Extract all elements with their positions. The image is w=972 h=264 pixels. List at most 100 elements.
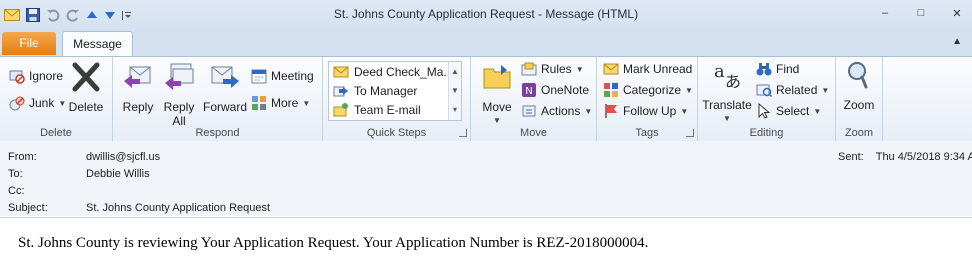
more-button[interactable]: More ▼ bbox=[251, 95, 310, 111]
more-icon bbox=[252, 96, 266, 110]
related-icon bbox=[756, 84, 772, 98]
forward-icon bbox=[211, 66, 239, 88]
categorize-icon bbox=[604, 83, 618, 97]
meeting-button[interactable]: Meeting bbox=[251, 68, 314, 84]
junk-icon bbox=[9, 96, 25, 111]
select-button[interactable]: Select ▼ bbox=[756, 103, 821, 119]
categorize-button[interactable]: Categorize ▼ bbox=[603, 82, 693, 98]
envelope-icon bbox=[333, 66, 349, 78]
sent-label: Sent: bbox=[838, 151, 864, 163]
chevron-down-icon: ▼ bbox=[685, 85, 693, 95]
forward-button[interactable]: Forward bbox=[201, 61, 249, 114]
group-label-editing: Editing bbox=[749, 127, 784, 139]
chevron-down-icon: ▼ bbox=[302, 98, 311, 108]
related-button[interactable]: Related ▼ bbox=[756, 82, 829, 98]
chevron-down-icon: ▼ bbox=[821, 85, 830, 95]
svg-text:N: N bbox=[525, 86, 532, 97]
expand-gallery-icon[interactable]: ▾ bbox=[449, 100, 461, 119]
onenote-icon: N bbox=[522, 83, 536, 97]
find-button[interactable]: Find bbox=[756, 61, 799, 77]
chevron-down-icon: ▼ bbox=[493, 116, 501, 125]
group-label-respond: Respond bbox=[195, 127, 240, 139]
chevron-down-icon: ▼ bbox=[584, 106, 593, 116]
magnifier-icon bbox=[848, 62, 868, 89]
rules-icon bbox=[521, 62, 537, 76]
chevron-down-icon: ▼ bbox=[723, 114, 731, 123]
group-zoom: Zoom Zoom bbox=[836, 57, 883, 141]
dialog-launcher-icon[interactable] bbox=[686, 129, 694, 137]
sent-value: Thu 4/5/2018 9:34 A bbox=[875, 151, 972, 163]
group-tags: Mark Unread Categorize ▼ Follow Up ▼ Tag… bbox=[597, 57, 698, 141]
mark-unread-icon bbox=[603, 63, 619, 75]
mark-unread-button[interactable]: Mark Unread bbox=[603, 61, 692, 77]
rules-button[interactable]: Rules ▼ bbox=[521, 61, 584, 77]
move-button[interactable]: Move ▼ bbox=[477, 61, 517, 128]
follow-up-button[interactable]: Follow Up ▼ bbox=[603, 103, 688, 119]
group-label-quick-steps: Quick Steps bbox=[366, 127, 427, 139]
chevron-down-icon[interactable]: ▼ bbox=[449, 81, 461, 100]
ignore-button[interactable]: Ignore bbox=[9, 68, 63, 84]
to-value[interactable]: Debbie Willis bbox=[86, 168, 150, 180]
quick-steps-scrollbar[interactable]: ▲ ▼ ▾ bbox=[448, 62, 461, 120]
group-label-zoom: Zoom bbox=[844, 127, 874, 139]
zoom-button[interactable]: Zoom bbox=[840, 59, 878, 112]
junk-button[interactable]: Junk ▼ bbox=[9, 95, 66, 111]
window-controls: – □ ✕ bbox=[878, 6, 964, 20]
chevron-up-icon[interactable]: ▲ bbox=[952, 36, 962, 47]
group-editing: aあ Translate ▼ Find Related ▼ Select ▼ E… bbox=[698, 57, 836, 141]
ignore-icon bbox=[9, 70, 25, 84]
window-title: St. Johns County Application Request - M… bbox=[333, 7, 639, 21]
svg-text:a: a bbox=[714, 61, 725, 82]
to-label: To: bbox=[8, 168, 23, 180]
delete-icon bbox=[72, 62, 100, 92]
actions-button[interactable]: Actions ▼ bbox=[521, 103, 592, 119]
quick-step-to-manager[interactable]: To Manager bbox=[333, 83, 417, 99]
group-quick-steps: Deed Check_Ma... To Manager Team E-mail … bbox=[323, 57, 471, 141]
folder-icon bbox=[483, 65, 511, 89]
actions-icon bbox=[522, 105, 536, 117]
chevron-down-icon: ▼ bbox=[575, 64, 584, 74]
maximize-button[interactable]: □ bbox=[914, 6, 928, 20]
cursor-icon bbox=[758, 103, 771, 119]
chevron-down-icon: ▼ bbox=[813, 106, 822, 116]
from-value[interactable]: dwillis@sjcfl.us bbox=[86, 151, 160, 163]
sent-info: Sent: Thu 4/5/2018 9:34 A bbox=[838, 151, 972, 163]
group-label-delete: Delete bbox=[40, 127, 72, 139]
quick-steps-gallery: Deed Check_Ma... To Manager Team E-mail … bbox=[328, 61, 462, 121]
group-label-tags: Tags bbox=[635, 127, 659, 139]
delete-button[interactable]: Delete bbox=[67, 61, 105, 114]
onenote-button[interactable]: N OneNote bbox=[521, 82, 589, 98]
chevron-down-icon: ▼ bbox=[58, 98, 67, 108]
tab-message[interactable]: Message bbox=[62, 31, 133, 57]
translate-icon: aあ bbox=[714, 61, 741, 91]
minimize-button[interactable]: – bbox=[878, 6, 892, 20]
subject-value: St. Johns County Application Request bbox=[86, 202, 271, 214]
chevron-down-icon: ▼ bbox=[680, 106, 689, 116]
close-button[interactable]: ✕ bbox=[950, 6, 964, 20]
dialog-launcher-icon[interactable] bbox=[459, 129, 467, 137]
translate-button[interactable]: aあ Translate ▼ bbox=[702, 59, 752, 126]
calendar-icon bbox=[251, 69, 267, 84]
message-body-text: St. Johns County is reviewing Your Appli… bbox=[18, 235, 649, 251]
reply-button[interactable]: Reply bbox=[119, 61, 157, 114]
flag-icon bbox=[605, 104, 617, 118]
group-respond: Reply Reply All Forward Meeting More ▼ R… bbox=[113, 57, 323, 141]
message-body[interactable]: St. Johns County is reviewing Your Appli… bbox=[0, 217, 972, 264]
ribbon-tabs: File Message ▲ bbox=[0, 30, 972, 57]
cc-label: Cc: bbox=[8, 185, 25, 197]
group-move: Move ▼ Rules ▼ N OneNote Actions ▼ Move bbox=[471, 57, 597, 141]
team-email-icon bbox=[333, 103, 348, 117]
message-header: From: dwillis@sjcfl.us To: Debbie Willis… bbox=[0, 141, 972, 216]
tab-file[interactable]: File bbox=[2, 32, 56, 55]
subject-label: Subject: bbox=[8, 202, 48, 214]
quick-step-team-email[interactable]: Team E-mail bbox=[333, 102, 421, 118]
ribbon: Ignore Junk ▼ Delete Delete Reply Reply … bbox=[0, 56, 972, 142]
reply-icon bbox=[124, 66, 151, 88]
group-delete: Ignore Junk ▼ Delete Delete bbox=[0, 57, 113, 141]
chevron-up-icon[interactable]: ▲ bbox=[449, 62, 461, 81]
quick-step-deed-check[interactable]: Deed Check_Ma... bbox=[333, 64, 453, 80]
reply-all-button[interactable]: Reply All bbox=[159, 61, 199, 128]
forward-arrow-icon bbox=[333, 86, 348, 97]
binoculars-icon bbox=[756, 63, 772, 76]
reply-all-icon bbox=[165, 63, 194, 90]
